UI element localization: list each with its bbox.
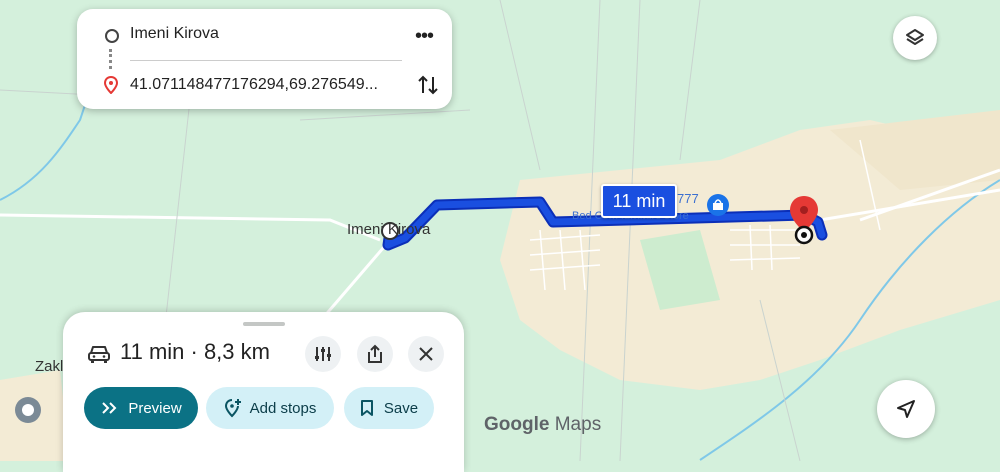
layers-button[interactable] [893,16,937,60]
add-stops-button[interactable]: Add stops [206,387,334,429]
route-dots-icon [109,49,115,69]
swap-directions-icon[interactable] [417,73,439,97]
shop-icon [707,194,729,216]
my-location-button[interactable] [877,380,935,438]
destination-field[interactable]: 41.071148477176294,69.276549... [130,76,378,94]
route-time-text: 11 min [612,190,666,211]
shop-number-label: 777 [677,191,699,206]
map-watermark: Google Maps [484,414,601,436]
place-label-village[interactable]: Imeni Kirova [347,221,430,238]
drag-handle[interactable] [243,322,285,326]
close-icon [419,347,433,361]
bookmark-icon [360,400,373,416]
edge-place-label: Zakl [35,358,64,375]
origin-circle-icon [105,29,119,43]
save-label: Save [383,399,419,417]
watermark-brand: Google [484,414,550,435]
car-icon [88,346,110,363]
preview-button[interactable]: Preview [84,387,198,429]
more-options-icon[interactable]: ••• [415,25,434,48]
double-chevron-icon [102,402,117,414]
route-options-button[interactable] [305,336,341,372]
share-icon [368,344,382,363]
close-button[interactable] [408,336,444,372]
save-button[interactable]: Save [344,387,434,429]
share-button[interactable] [357,336,393,372]
layers-icon [906,29,924,45]
field-divider [130,60,402,61]
add-location-icon [224,399,241,418]
destination-target-icon [794,225,814,245]
add-stops-label: Add stops [249,399,317,417]
origin-field[interactable]: Imeni Kirova [130,25,219,43]
destination-field-pin-icon [104,76,118,94]
watermark-product: Maps [554,414,602,435]
directions-card: Imeni Kirova ••• 41.071148477176294,69.2… [77,9,452,109]
bottom-sheet: 11 min · 8,3 km Preview Add stops Save [63,312,464,472]
preview-label: Preview [128,399,182,417]
tune-icon [315,347,331,361]
route-time-badge[interactable]: 11 min [601,184,677,218]
navigation-arrow-icon [897,400,915,418]
trip-summary: 11 min · 8,3 km [120,339,270,364]
location-pin-icon [15,397,41,423]
